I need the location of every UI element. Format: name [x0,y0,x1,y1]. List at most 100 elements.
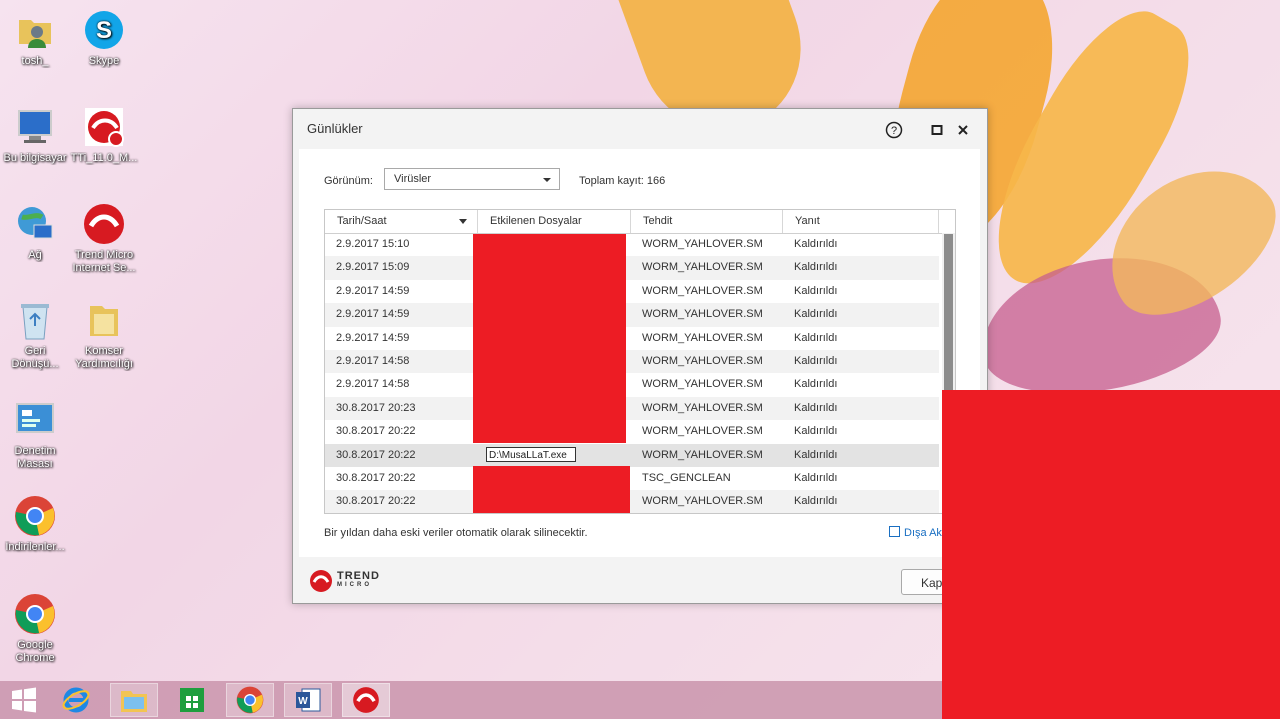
cell-response: Kaldırıldı [794,238,838,250]
cell-threat: WORM_YAHLOVER.SM [642,261,763,274]
desktop-icon-this-pc[interactable]: Bu bilgisayar [0,105,70,165]
cell-file-editor[interactable]: D:\MusaLLaT.exe [486,446,576,462]
window-titlebar[interactable]: Günlükler ? [293,109,987,149]
windows-logo-icon [12,687,36,713]
desktop-icon-network[interactable]: Ağ [0,202,70,262]
trend-micro-logo: TREND MICRO [309,569,380,593]
sort-down-icon [459,219,467,224]
cell-response: Kaldırıldı [794,495,838,508]
close-icon [958,125,968,135]
column-header-response[interactable]: Yanıt [783,210,939,233]
taskbar-internet-explorer[interactable] [52,683,100,717]
table-row[interactable]: 30.8.2017 20:23 WORM_YAHLOVER.SM Kaldırıld… [325,396,939,421]
logs-table: Tarih/Saat Etkilenen Dosyalar Tehdit Yan… [324,209,956,514]
taskbar-chrome[interactable] [226,683,274,717]
cell-response: Kaldırıldı [794,284,838,297]
logs-window: Günlükler ? Görünüm: Virüsler Toplam kay… [292,108,988,604]
desktop-icon-recycle-bin[interactable]: Geri Dönüşü... [0,298,70,371]
cell-response: Kaldırıldı [794,261,838,274]
cell-date: 2.9.2017 14:58 [336,378,410,391]
cell-date: 2.9.2017 14:59 [336,308,410,321]
table-header: Tarih/Saat Etkilenen Dosyalar Tehdit Yan… [325,210,955,234]
help-button[interactable]: ? [884,120,904,140]
logo-text-micro: MICRO [337,582,372,588]
control-panel-icon [13,398,57,442]
cell-threat: WORM_YAHLOVER.SM [642,331,763,344]
trend-micro-logo-icon [310,570,332,592]
cell-threat: WORM_YAHLOVER.SM [642,448,763,461]
desktop-icon-downloads-chrome[interactable]: İndirilenler... [0,494,70,554]
taskbar-store[interactable] [168,683,216,717]
table-row[interactable]: 2.9.2017 14:59 WORM_YAHLOVER.SM Kaldırıldı [325,303,939,327]
logs-panel: Görünüm: Virüsler Toplam kayıt: 166 Tari… [299,149,980,557]
redaction-block [473,466,630,513]
table-row[interactable]: 2.9.2017 15:09 WORM_YAHLOVER.SM Kaldırıldı [325,256,939,280]
close-window-button[interactable] [953,120,973,140]
table-row[interactable]: 2.9.2017 14:59 WORM_YAHLOVER.SM Kaldırıldı [325,280,939,303]
internet-explorer-icon [62,687,90,713]
desktop-icon-skype[interactable]: S Skype [69,8,139,68]
taskbar-word[interactable]: W [284,683,332,717]
logo-text-trend: TREND [337,570,380,582]
word-icon: W [296,688,321,712]
view-label: Görünüm: [324,175,373,187]
window-title: Günlükler [307,121,363,136]
start-button[interactable] [0,683,48,717]
skype-icon: S [82,8,126,52]
table-row[interactable]: 2.9.2017 14:58 WORM_YAHLOVER.SM Kaldırıldı [325,373,939,396]
chrome-icon [236,686,264,714]
svg-text:S: S [96,17,112,44]
scrollbar-thumb[interactable] [944,234,953,394]
table-row[interactable]: 30.8.2017 20:22 TSC_GENCLEAN Kaldırıldı [325,467,939,490]
svg-text:W: W [298,696,308,707]
cell-date: 2.9.2017 15:09 [336,261,410,274]
column-header-files[interactable]: Etkilenen Dosyalar [478,210,631,233]
maximize-button[interactable] [927,120,947,140]
view-dropdown[interactable]: Virüsler [384,168,560,190]
desktop-icon-user-folder[interactable]: tosh_ [0,8,70,68]
desktop-icon-trend-micro[interactable]: Trend Micro Internet Se... [69,202,139,275]
table-row[interactable]: 30.8.2017 20:22 WORM_YAHLOVER.SM Kaldırıld… [325,420,939,443]
table-row[interactable]: 30.8.2017 20:22 D:\MusaLLaT.exe WORM_YAHLO… [325,443,939,467]
chevron-down-icon [543,178,551,182]
cell-threat: WORM_YAHLOVER.SM [642,308,763,321]
column-header-date[interactable]: Tarih/Saat [325,210,478,233]
view-dropdown-value: Virüsler [394,173,432,185]
table-row[interactable]: 30.8.2017 20:22 WORM_YAHLOVER.SM Kaldırıld… [325,490,939,513]
cell-date: 2.9.2017 15:10 [336,238,410,250]
export-icon [889,526,900,537]
desktop-icon-control-panel[interactable]: Denetim Masası [0,398,70,471]
desktop-icon-google-chrome[interactable]: Google Chrome [0,592,70,665]
cell-response: Kaldırıldı [794,331,838,344]
cell-date: 30.8.2017 20:22 [336,495,416,508]
taskbar-file-explorer[interactable] [110,683,158,717]
column-header-threat[interactable]: Tehdit [631,210,783,233]
export-link[interactable]: Dışa Ak [889,526,942,539]
cell-date: 2.9.2017 14:59 [336,331,410,344]
redaction-block [473,234,626,443]
cell-date: 30.8.2017 20:22 [336,448,416,461]
cell-threat: WORM_YAHLOVER.SM [642,425,763,438]
desktop-icon-tti-installer[interactable]: TTi_11.0_M... [69,105,139,165]
cell-threat: WORM_YAHLOVER.SM [642,495,763,508]
table-row[interactable]: 2.9.2017 15:10 WORM_YAHLOVER.SM Kaldırıldı [325,233,939,256]
taskbar-trend-micro[interactable] [342,683,390,717]
total-records: Toplam kayıt: 166 [579,175,666,187]
cell-response: Kaldırıldı [794,308,838,321]
trend-micro-icon [82,202,126,246]
cell-threat: TSC_GENCLEAN [642,472,731,484]
store-icon [180,688,204,712]
cell-threat: WORM_YAHLOVER.SM [642,355,763,367]
file-explorer-icon [121,691,147,712]
cell-threat: WORM_YAHLOVER.SM [642,238,763,250]
desktop-icon-folder[interactable]: Komser Yardımcılığı [69,298,139,371]
cell-date: 30.8.2017 20:22 [336,472,416,484]
table-row[interactable]: 2.9.2017 14:59 WORM_YAHLOVER.SM Kaldırıldı [325,327,939,350]
folder-icon [82,298,126,342]
cell-date: 2.9.2017 14:59 [336,284,410,297]
redaction-block-large [942,390,1280,719]
cell-response: Kaldırıldı [794,378,838,391]
maximize-icon [931,125,943,135]
chrome-icon [13,494,57,538]
table-row[interactable]: 2.9.2017 14:58 WORM_YAHLOVER.SM Kaldırıldı [325,350,939,374]
